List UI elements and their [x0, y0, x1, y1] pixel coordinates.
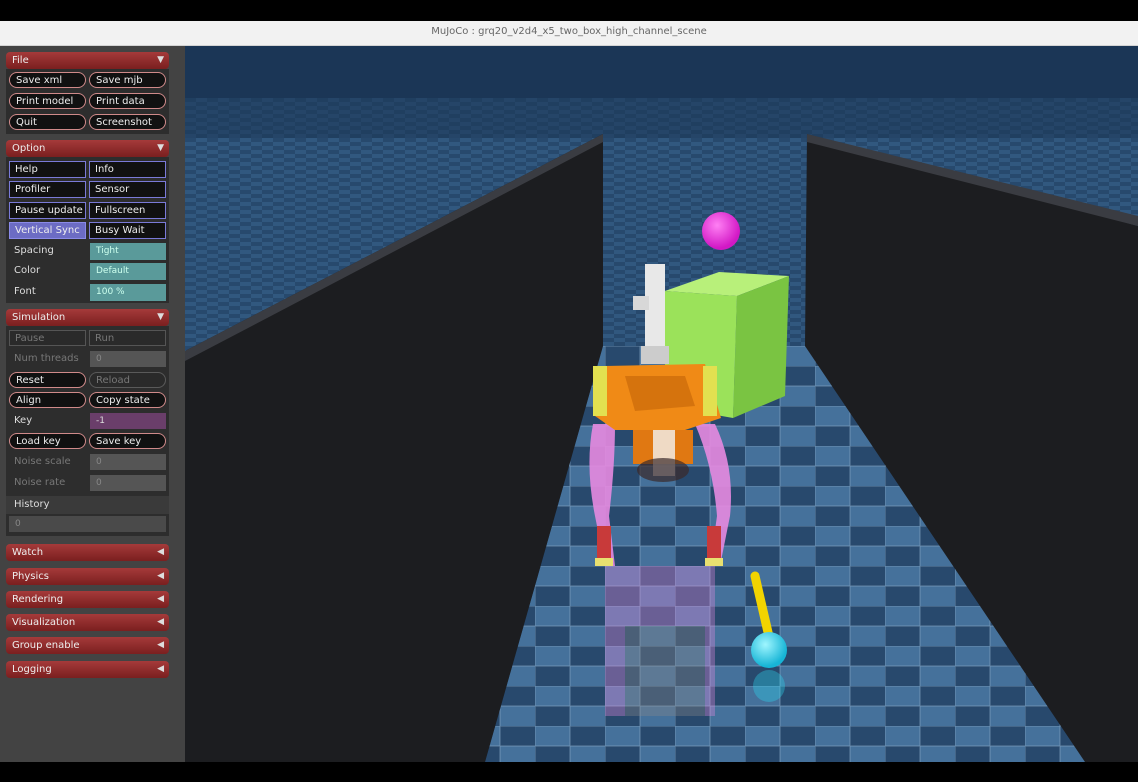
3d-viewport[interactable]	[185, 46, 1138, 762]
spacing-select[interactable]: Tight	[90, 243, 166, 260]
collapse-arrow-icon: ▼	[157, 143, 164, 153]
top-black-bar	[0, 0, 1138, 21]
collapse-arrow-icon: ▼	[157, 312, 164, 322]
expand-arrow-icon: ◀	[157, 664, 164, 674]
history-slider[interactable]: 0	[9, 516, 166, 532]
section-header-physics[interactable]: Physics ◀	[6, 568, 169, 585]
section-title: Option	[12, 143, 46, 154]
collapse-arrow-icon: ▼	[157, 55, 164, 65]
section-body-option: Help Info Profiler Sensor Pause update F…	[6, 157, 169, 303]
pause-toggle[interactable]: Pause	[9, 330, 86, 346]
section-title: Group enable	[12, 640, 80, 651]
section-title: Visualization	[12, 617, 76, 628]
expand-arrow-icon: ◀	[157, 571, 164, 581]
info-toggle[interactable]: Info	[89, 161, 166, 178]
load-key-button[interactable]: Load key	[9, 433, 86, 449]
history-bar: History	[6, 496, 169, 514]
expand-arrow-icon: ◀	[157, 617, 164, 627]
reset-button[interactable]: Reset	[9, 372, 86, 388]
bottom-black-bar	[0, 762, 1138, 782]
cyan-ball	[751, 632, 787, 668]
save-key-button[interactable]: Save key	[89, 433, 166, 449]
expand-arrow-icon: ◀	[157, 640, 164, 650]
key-label: Key	[14, 415, 33, 426]
scene-render	[185, 46, 1138, 762]
expand-arrow-icon: ◀	[157, 547, 164, 557]
section-title: Logging	[12, 664, 52, 675]
busy-wait-toggle[interactable]: Busy Wait	[89, 222, 166, 239]
save-mjb-button[interactable]: Save mjb	[89, 72, 166, 88]
noise-scale-slider[interactable]: 0	[90, 454, 166, 470]
key-slider[interactable]: -1	[90, 413, 166, 429]
window-titlebar: MuJoCo : grq20_v2d4_x5_two_box_high_chan…	[0, 21, 1138, 46]
section-title: Physics	[12, 571, 49, 582]
section-header-option[interactable]: Option ▼	[6, 140, 169, 157]
spacing-label: Spacing	[14, 245, 54, 256]
print-data-button[interactable]: Print data	[89, 93, 166, 109]
section-title: Rendering	[12, 594, 64, 605]
expand-arrow-icon: ◀	[157, 594, 164, 604]
help-toggle[interactable]: Help	[9, 161, 86, 178]
section-header-file[interactable]: File ▼	[6, 52, 169, 69]
copy-state-button[interactable]: Copy state	[89, 392, 166, 408]
font-label: Font	[14, 286, 36, 297]
reload-button[interactable]: Reload	[89, 372, 166, 388]
section-header-rendering[interactable]: Rendering ◀	[6, 591, 169, 608]
profiler-toggle[interactable]: Profiler	[9, 181, 86, 198]
print-model-button[interactable]: Print model	[9, 93, 86, 109]
vertical-sync-toggle[interactable]: Vertical Sync	[9, 222, 86, 239]
color-select[interactable]: Default	[90, 263, 166, 280]
align-button[interactable]: Align	[9, 392, 86, 408]
color-label: Color	[14, 265, 41, 276]
quit-button[interactable]: Quit	[9, 114, 86, 130]
section-title: Simulation	[12, 312, 66, 323]
section-header-group-enable[interactable]: Group enable ◀	[6, 637, 169, 654]
section-title: Watch	[12, 547, 44, 558]
noise-rate-label: Noise rate	[14, 477, 66, 488]
sensor-toggle[interactable]: Sensor	[89, 181, 166, 198]
fullscreen-toggle[interactable]: Fullscreen	[89, 202, 166, 219]
num-threads-label: Num threads	[14, 353, 79, 364]
section-body-simulation: Pause Run Num threads 0 Reset Reload Ali…	[6, 326, 169, 536]
noise-rate-slider[interactable]: 0	[90, 475, 166, 491]
section-title: File	[12, 55, 29, 66]
section-header-visualization[interactable]: Visualization ◀	[6, 614, 169, 631]
section-header-logging[interactable]: Logging ◀	[6, 661, 169, 678]
noise-scale-label: Noise scale	[14, 456, 71, 467]
pause-update-toggle[interactable]: Pause update	[9, 202, 86, 219]
num-threads-slider[interactable]: 0	[90, 351, 166, 367]
screenshot-button[interactable]: Screenshot	[89, 114, 166, 130]
save-xml-button[interactable]: Save xml	[9, 72, 86, 88]
font-select[interactable]: 100 %	[90, 284, 166, 301]
history-label: History	[14, 499, 50, 510]
window-title: MuJoCo : grq20_v2d4_x5_two_box_high_chan…	[431, 26, 707, 37]
run-toggle[interactable]: Run	[89, 330, 166, 346]
target-sphere	[702, 212, 740, 250]
section-header-watch[interactable]: Watch ◀	[6, 544, 169, 561]
left-ui-panel: File ▼ Save xml Save mjb Print model Pri…	[0, 46, 185, 762]
section-body-file: Save xml Save mjb Print model Print data…	[6, 69, 169, 134]
section-header-simulation[interactable]: Simulation ▼	[6, 309, 169, 326]
background-sky	[185, 46, 1138, 106]
